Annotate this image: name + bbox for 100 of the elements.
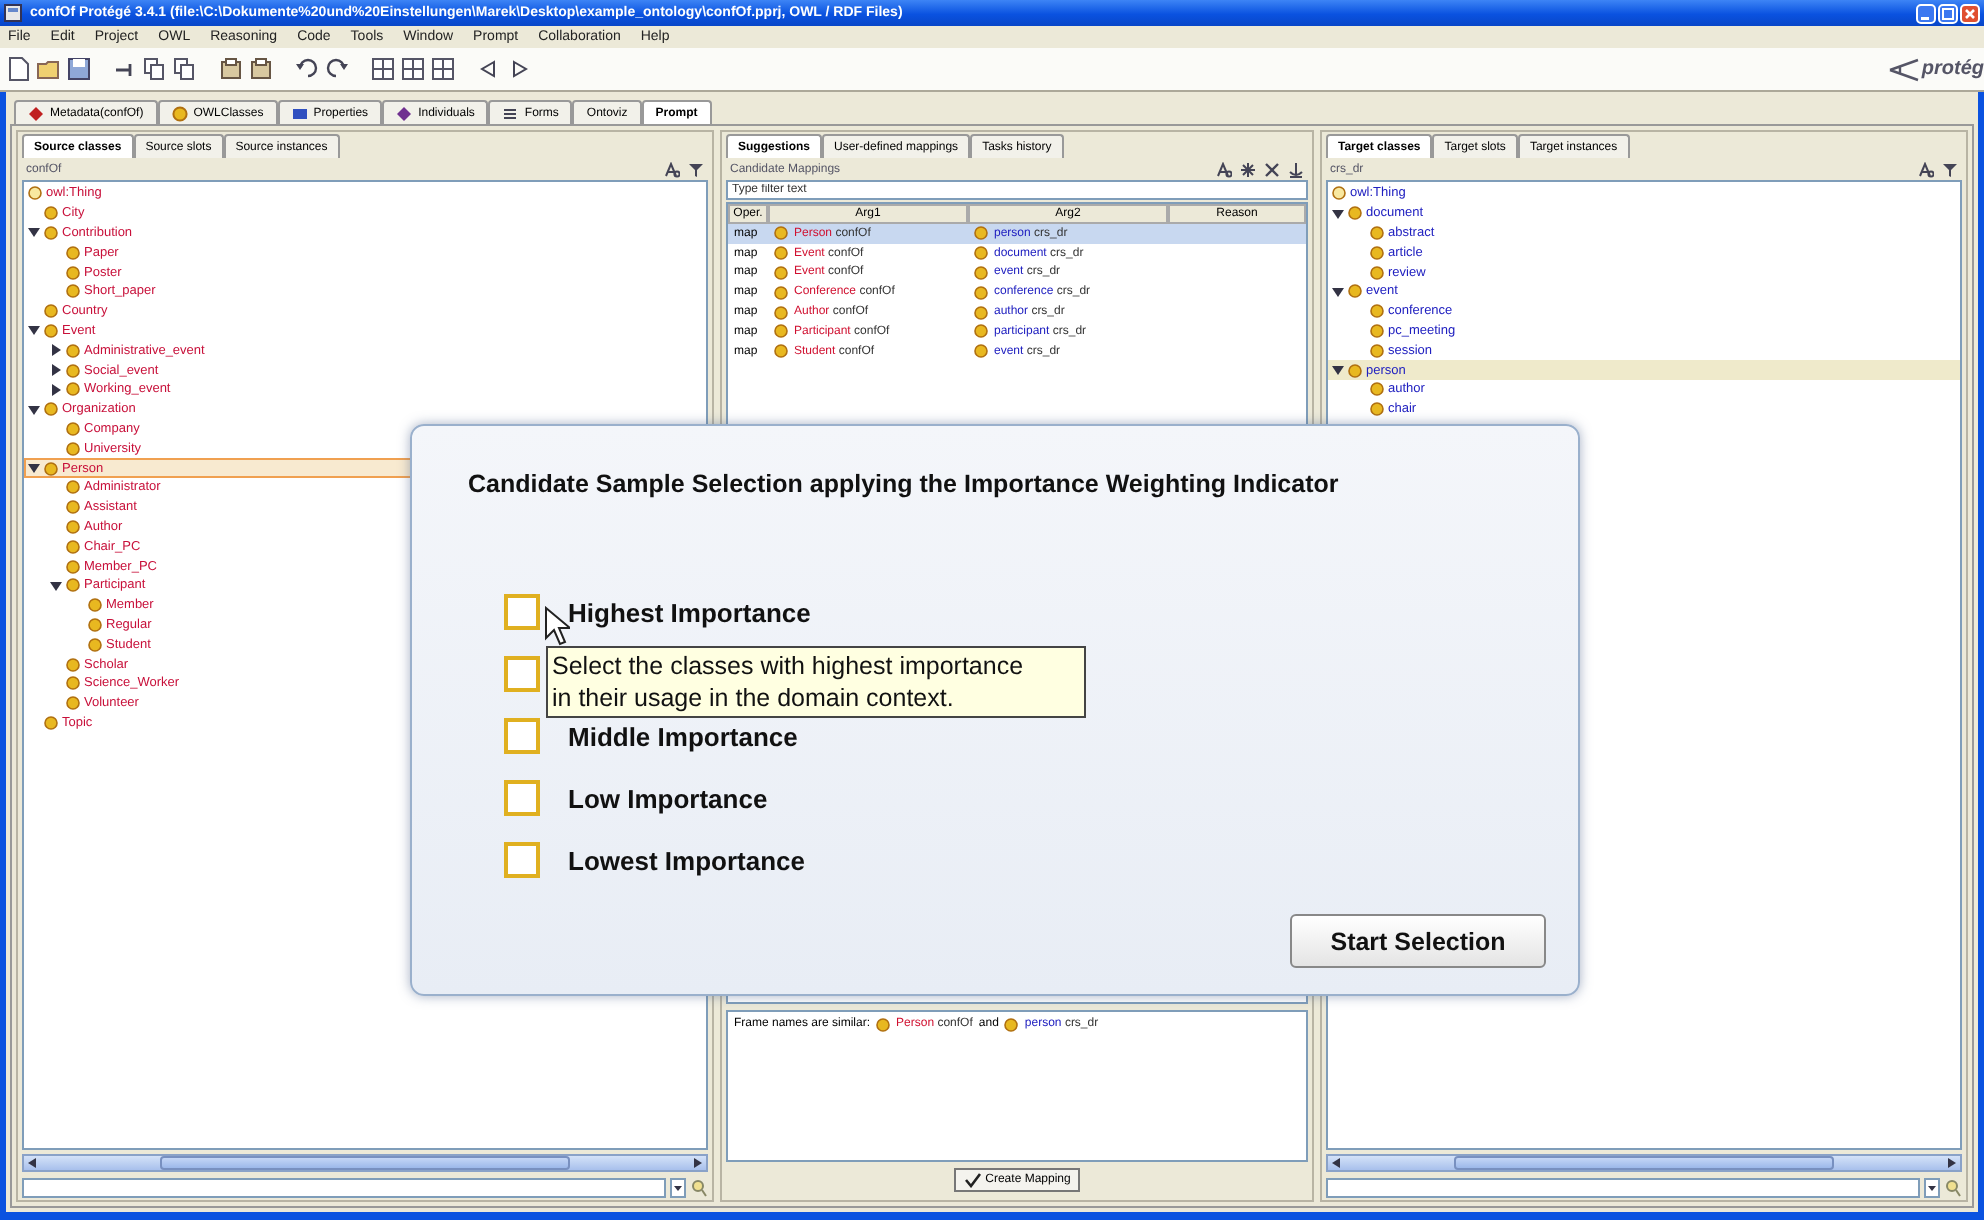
find-icon[interactable] — [664, 161, 680, 177]
lines-icon — [502, 105, 519, 121]
caret-down-icon[interactable] — [28, 403, 40, 416]
tooltip: Select the classes with highest importance in their usage in the domain context. — [546, 646, 1086, 718]
option-label: Low Importance — [568, 783, 768, 813]
circle-icon — [1370, 382, 1384, 397]
circle-icon — [974, 285, 988, 300]
circle-icon — [44, 461, 58, 476]
caret-down-icon[interactable] — [28, 226, 40, 239]
find-icon[interactable] — [1216, 161, 1232, 177]
caret-down-icon[interactable] — [1332, 285, 1344, 298]
circle-icon — [1370, 343, 1384, 358]
circle-icon — [44, 225, 58, 240]
checkmark-icon — [963, 1172, 982, 1188]
horizontal-scrollbar[interactable] — [22, 1154, 708, 1172]
minimize-icon[interactable] — [1916, 3, 1936, 23]
circle-icon — [171, 105, 188, 121]
circle-icon — [66, 441, 80, 456]
app-icon — [4, 4, 22, 22]
caret-down-icon[interactable] — [28, 462, 40, 475]
circle-icon — [66, 382, 80, 397]
circle-icon — [44, 206, 58, 221]
circle-icon — [66, 245, 80, 260]
circle-icon — [66, 500, 80, 515]
checkbox[interactable] — [504, 656, 540, 692]
redo-icon[interactable] — [324, 56, 350, 82]
circle-icon — [774, 344, 788, 359]
clipboard-icon[interactable] — [218, 56, 244, 82]
circle-icon — [88, 617, 102, 632]
circle-icon — [1370, 323, 1384, 338]
scrollbar-thumb[interactable] — [160, 1156, 570, 1170]
grid-icon[interactable] — [370, 56, 396, 82]
cross-icon[interactable] — [1264, 161, 1280, 177]
close-icon[interactable] — [1960, 3, 1980, 23]
asterisk-icon[interactable] — [1240, 161, 1256, 177]
undo-icon[interactable] — [294, 56, 320, 82]
circle-icon — [66, 284, 80, 299]
folder-icon[interactable] — [36, 56, 62, 82]
circle-icon — [1332, 186, 1346, 201]
horizontal-scrollbar[interactable] — [1326, 1154, 1962, 1172]
circle-icon — [774, 265, 788, 280]
circle-icon — [44, 304, 58, 319]
circle-icon — [66, 657, 80, 672]
caret-right-icon[interactable] — [50, 383, 62, 396]
circle-icon — [88, 598, 102, 613]
circle-icon — [774, 246, 788, 261]
checkbox[interactable] — [504, 718, 540, 754]
circle-icon — [66, 559, 80, 574]
caret-right-icon[interactable] — [50, 344, 62, 357]
circle-icon — [774, 226, 788, 241]
logo-icon — [1887, 57, 1920, 81]
circle-icon — [88, 637, 102, 652]
caret-down-icon[interactable] — [28, 324, 40, 337]
arrow-left-icon[interactable] — [1328, 1156, 1344, 1170]
option-label: Middle Importance — [568, 721, 798, 751]
circle-icon — [774, 305, 788, 320]
maximize-icon[interactable] — [1938, 3, 1958, 23]
grid-icon[interactable] — [430, 56, 456, 82]
caret-down-icon[interactable] — [50, 579, 62, 592]
page-icon[interactable] — [6, 56, 32, 82]
caret-right-icon[interactable] — [50, 364, 62, 377]
arrow-left-icon[interactable] — [24, 1156, 40, 1170]
arrow-right-icon[interactable] — [690, 1156, 706, 1170]
circle-icon — [1370, 304, 1384, 319]
copy-icon[interactable] — [142, 56, 168, 82]
circle-icon — [774, 324, 788, 339]
checkbox[interactable] — [504, 594, 540, 630]
circle-icon — [974, 305, 988, 320]
circle-icon — [28, 186, 42, 201]
circle-icon — [66, 696, 80, 711]
option-label: Lowest Importance — [568, 845, 805, 875]
circle-icon — [876, 1018, 891, 1032]
combo-field[interactable] — [22, 1177, 666, 1197]
caret-down-icon[interactable] — [1332, 207, 1344, 220]
circle-icon — [1348, 206, 1362, 221]
clipboard-icon[interactable] — [248, 56, 274, 82]
circle-icon — [1348, 284, 1362, 299]
find-icon[interactable] — [1918, 161, 1934, 177]
circle-icon — [1370, 265, 1384, 280]
circle-icon — [66, 519, 80, 534]
arrow-right-icon[interactable] — [1944, 1156, 1960, 1170]
copy-icon[interactable] — [172, 56, 198, 82]
caret-down-icon[interactable] — [1332, 364, 1344, 377]
start-selection-button[interactable]: Start Selection — [1290, 914, 1546, 968]
combo-field[interactable] — [1326, 1177, 1920, 1197]
circle-icon — [66, 539, 80, 554]
scrollbar-thumb[interactable] — [1454, 1156, 1834, 1170]
checkbox[interactable] — [504, 842, 540, 878]
circle-icon — [974, 265, 988, 280]
circle-icon — [66, 578, 80, 593]
circle-icon — [66, 363, 80, 378]
checkbox[interactable] — [504, 780, 540, 816]
grid-icon[interactable] — [400, 56, 426, 82]
circle-icon — [66, 480, 80, 495]
circle-icon — [44, 715, 58, 730]
circle-icon — [66, 265, 80, 280]
rectangle-icon — [291, 105, 308, 121]
circle-icon — [1370, 402, 1384, 417]
circle-icon — [1348, 363, 1362, 378]
circle-icon — [1370, 225, 1384, 240]
